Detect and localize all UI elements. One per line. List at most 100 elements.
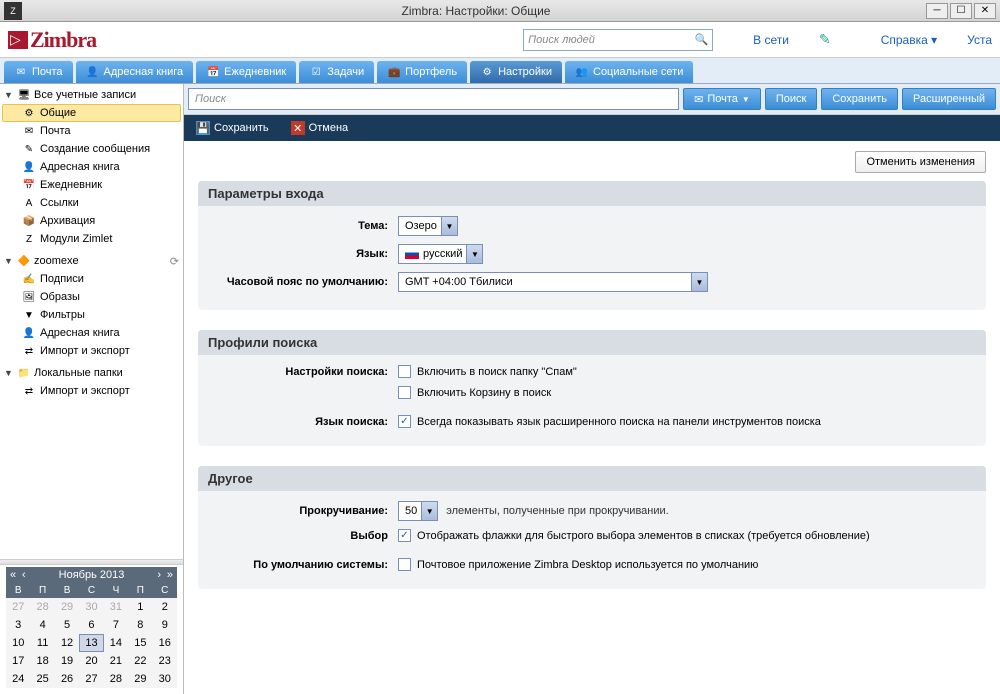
tree-item-archive[interactable]: 📦Архивация	[2, 212, 181, 230]
folder-icon: 📁	[17, 366, 31, 380]
cal-day[interactable]: 12	[55, 634, 79, 652]
cal-day[interactable]: 11	[30, 634, 54, 652]
cal-day[interactable]: 3	[6, 616, 30, 634]
cal-prev-month-icon[interactable]: ‹	[22, 569, 26, 581]
close-button[interactable]: ✕	[974, 3, 996, 19]
status-online[interactable]: В сети	[753, 33, 789, 47]
cal-day[interactable]: 29	[128, 670, 152, 688]
tab-social[interactable]: 👥Социальные сети	[565, 61, 693, 83]
cal-day[interactable]: 17	[6, 652, 30, 670]
tree-local[interactable]: ▼📁Локальные папки	[2, 364, 181, 382]
cal-day[interactable]: 30	[79, 598, 103, 616]
tree-item-import[interactable]: ⇄Импорт и экспорт	[2, 342, 181, 360]
tree-item-contacts2[interactable]: 👤Адресная книга	[2, 324, 181, 342]
cal-day[interactable]: 22	[128, 652, 152, 670]
cal-day[interactable]: 30	[153, 670, 177, 688]
refresh-icon[interactable]: ⟳	[170, 255, 179, 268]
checkbox-trash[interactable]	[398, 386, 411, 399]
search-icon[interactable]: 🔍	[694, 33, 708, 46]
search-button[interactable]: Поиск	[765, 88, 817, 110]
mail-icon: ✉	[694, 93, 703, 106]
tab-tasks[interactable]: ☑Задачи	[299, 61, 374, 83]
calendar-title[interactable]: Ноябрь 2013	[59, 569, 125, 581]
cal-day[interactable]: 4	[30, 616, 54, 634]
cal-day[interactable]: 27	[6, 598, 30, 616]
tree-accounts[interactable]: ▼🖥Все учетные записи	[2, 86, 181, 104]
cal-day[interactable]: 28	[104, 670, 128, 688]
save-button[interactable]: 💾Сохранить	[190, 118, 275, 138]
cal-day[interactable]: 5	[55, 616, 79, 634]
cal-day[interactable]: 21	[104, 652, 128, 670]
cal-next-year-icon[interactable]: »	[167, 569, 173, 581]
cal-day[interactable]: 8	[128, 616, 152, 634]
timezone-select[interactable]: GMT +04:00 Тбилиси▼	[398, 272, 708, 292]
tree-item-signatures[interactable]: ✍Подписи	[2, 270, 181, 288]
tree-item-calendar[interactable]: 📅Ежедневник	[2, 176, 181, 194]
compose-icon[interactable]: ✎	[819, 31, 831, 48]
tree-zoomexe[interactable]: ▼🔶zoomexe⟳	[2, 252, 181, 270]
cal-prev-year-icon[interactable]: «	[10, 569, 16, 581]
tree-item-images[interactable]: 🖼Образы	[2, 288, 181, 306]
scroll-select[interactable]: 50▼	[398, 501, 438, 521]
cal-day[interactable]: 10	[6, 634, 30, 652]
search-input[interactable]: Поиск	[188, 88, 679, 110]
checkbox-spam[interactable]	[398, 365, 411, 378]
help-link[interactable]: Справка ▾	[881, 33, 937, 47]
logo: Zimbra	[30, 27, 96, 53]
minimize-button[interactable]: ─	[926, 3, 948, 19]
save-search-button[interactable]: Сохранить	[821, 88, 898, 110]
cal-day[interactable]: 9	[153, 616, 177, 634]
tree-item-general[interactable]: ⚙Общие	[2, 104, 181, 122]
tree-item-import-local[interactable]: ⇄Импорт и экспорт	[2, 382, 181, 400]
cal-day[interactable]: 29	[55, 598, 79, 616]
checkbox-default-app[interactable]	[398, 558, 411, 571]
tree-item-contacts[interactable]: 👤Адресная книга	[2, 158, 181, 176]
checkbox-showflags[interactable]: ✓	[398, 529, 411, 542]
cal-day[interactable]: 2	[153, 598, 177, 616]
chevron-down-icon: ▼	[421, 502, 437, 520]
search-people-input[interactable]: Поиск людей 🔍	[523, 29, 713, 51]
theme-select[interactable]: Озеро▼	[398, 216, 458, 236]
tab-calendar[interactable]: 📅Ежедневник	[196, 61, 296, 83]
cal-day[interactable]: 19	[55, 652, 79, 670]
cal-day[interactable]: 18	[30, 652, 54, 670]
tab-preferences[interactable]: ⚙Настройки	[470, 61, 562, 83]
cal-day-header: В	[6, 583, 30, 598]
cal-day[interactable]: 7	[104, 616, 128, 634]
cal-day[interactable]: 13	[79, 634, 103, 652]
cal-day[interactable]: 24	[6, 670, 30, 688]
search-scope-button[interactable]: ✉Почта▼	[683, 88, 761, 110]
chevron-down-icon: ▼	[691, 273, 707, 291]
cal-day[interactable]: 31	[104, 598, 128, 616]
undo-changes-button[interactable]: Отменить изменения	[855, 151, 986, 173]
cal-day[interactable]: 1	[128, 598, 152, 616]
tree-item-compose[interactable]: ✎Создание сообщения	[2, 140, 181, 158]
cal-day[interactable]: 23	[153, 652, 177, 670]
logo-icon	[8, 31, 28, 49]
contacts-icon: 👤	[22, 326, 36, 340]
maximize-button[interactable]: ☐	[950, 3, 972, 19]
advanced-search-button[interactable]: Расширенный	[902, 88, 996, 110]
cal-day[interactable]: 28	[30, 598, 54, 616]
tab-addressbook[interactable]: 👤Адресная книга	[76, 61, 194, 83]
cal-next-month-icon[interactable]: ›	[157, 569, 161, 581]
tree-item-zimlets[interactable]: ZМодули Zimlet	[2, 230, 181, 248]
import-icon: ⇄	[22, 384, 36, 398]
cal-day[interactable]: 6	[79, 616, 103, 634]
tree-item-links[interactable]: AСсылки	[2, 194, 181, 212]
cal-day[interactable]: 14	[104, 634, 128, 652]
tab-briefcase[interactable]: 💼Портфель	[377, 61, 467, 83]
cancel-button[interactable]: ✕Отмена	[285, 118, 354, 138]
cal-day[interactable]: 20	[79, 652, 103, 670]
cal-day[interactable]: 26	[55, 670, 79, 688]
cal-day[interactable]: 25	[30, 670, 54, 688]
tree-item-mail[interactable]: ✉Почта	[2, 122, 181, 140]
cal-day[interactable]: 16	[153, 634, 177, 652]
cal-day[interactable]: 27	[79, 670, 103, 688]
cal-day[interactable]: 15	[128, 634, 152, 652]
tree-item-filters[interactable]: ▼Фильтры	[2, 306, 181, 324]
language-select[interactable]: русский▼	[398, 244, 483, 264]
checkbox-showlang[interactable]: ✓	[398, 415, 411, 428]
setup-link[interactable]: Уста	[967, 33, 992, 47]
tab-mail[interactable]: ✉Почта	[4, 61, 73, 83]
